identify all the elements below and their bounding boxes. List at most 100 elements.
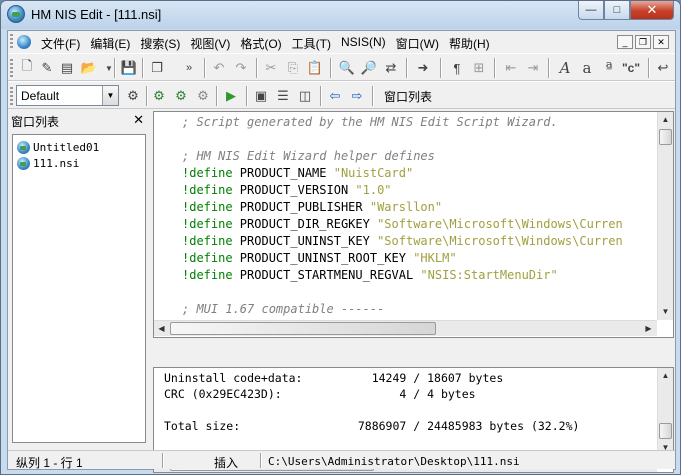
run-icon[interactable]: ▶ (222, 87, 240, 105)
scroll-left-button[interactable]: ◀ (154, 321, 169, 337)
menu-item[interactable]: 编辑(E) (86, 34, 134, 53)
template-icon[interactable]: ▤ (58, 59, 76, 77)
scroll-thumb[interactable] (170, 322, 436, 335)
stop-compile-icon[interactable]: ⚙ (194, 87, 212, 105)
toolbar-separator (142, 58, 144, 78)
undo-icon[interactable]: ↶ (210, 59, 228, 77)
find-icon[interactable]: 🔍 (338, 59, 356, 77)
arrow-right-icon[interactable]: ⇨ (348, 87, 366, 105)
maximize-button[interactable]: □ (604, 1, 630, 20)
menu-item[interactable]: 文件(F) (37, 34, 84, 53)
code-line: ; MUI 1.67 compatible ------ (182, 301, 660, 318)
goto-line-icon[interactable]: ➜ (414, 59, 432, 77)
save-icon[interactable]: 💾 (120, 59, 138, 77)
quote-icon[interactable]: "c" (622, 59, 640, 77)
menu-item[interactable]: 帮助(H) (445, 34, 494, 53)
menu-item[interactable]: 视图(V) (186, 34, 234, 53)
scroll-thumb[interactable] (659, 423, 672, 439)
menubar-grip[interactable] (10, 34, 13, 50)
window-controls: — □ ✕ (578, 1, 674, 21)
list-item[interactable]: 111.nsi (17, 155, 79, 171)
tile-horizontal-icon[interactable]: ☰ (274, 87, 292, 105)
editor-vertical-scrollbar[interactable]: ▲ ▼ (657, 112, 673, 320)
scheme-select[interactable]: Default ▼ (16, 85, 119, 106)
code-token: PRODUCT_PUBLISHER (232, 200, 370, 214)
save-all-icon[interactable]: ❐ (148, 59, 166, 77)
copy-icon[interactable]: ⎘ (284, 59, 302, 77)
chevron-down-icon[interactable]: ▼ (102, 86, 118, 105)
compile-icon[interactable]: ⚙ (150, 87, 168, 105)
code-line: !define PRODUCT_PUBLISHER "Warsllon" (182, 199, 660, 216)
indent-icon[interactable]: ⇤ (502, 59, 520, 77)
list-item[interactable]: Untitled01 (17, 139, 99, 155)
outdent-icon[interactable]: ⇥ (524, 59, 542, 77)
window-list-button[interactable]: 窗口列表 (384, 88, 432, 105)
output-vertical-scrollbar[interactable]: ▲ ▼ (657, 368, 673, 456)
mdi-minimize-button[interactable]: _ (617, 35, 633, 49)
redo-icon[interactable]: ↷ (232, 59, 250, 77)
title-bar[interactable]: HM NIS Edit - [111.nsi] — □ ✕ (1, 1, 680, 29)
menu-item[interactable]: NSIS(N) (337, 34, 390, 53)
code-line: !define PRODUCT_STARTMENU_REGVAL "NSIS:S… (182, 267, 660, 284)
toolbar-separator (648, 58, 650, 78)
toolbar-separator (440, 58, 442, 78)
toolbar-separator (146, 86, 148, 106)
code-token: PRODUCT_UNINST_ROOT_KEY (232, 251, 414, 265)
nsis-file-icon (17, 140, 30, 154)
mdi-close-button[interactable]: ✕ (653, 35, 669, 49)
settings-icon[interactable]: ⚙ (124, 87, 142, 105)
code-token: ; MUI 1.67 compatible ------ (182, 302, 385, 316)
new-file-icon[interactable]: 🗋 (18, 58, 36, 77)
code-token: "Warsllon" (369, 200, 443, 214)
open-folder-icon[interactable]: 📂 (80, 59, 98, 77)
code-token: PRODUCT_NAME (232, 166, 334, 180)
lowercase-icon[interactable]: a (578, 59, 596, 77)
word-wrap-icon[interactable]: ↩ (654, 59, 672, 77)
minimize-button[interactable]: — (578, 1, 604, 20)
mdi-restore-button[interactable]: ❐ (635, 35, 651, 49)
output-line: Uninstall code+data: 14249 / 18607 bytes (164, 371, 504, 385)
wrap-icon[interactable]: ⊞ (470, 59, 488, 77)
find-next-icon[interactable]: 🔎 (360, 59, 378, 77)
code-line: ; Script generated by the HM NIS Edit Sc… (182, 114, 660, 131)
arrow-left-icon[interactable]: ⇦ (326, 87, 344, 105)
code-token: ; HM NIS Edit Wizard helper defines (182, 149, 435, 163)
cascade-icon[interactable]: ▣ (252, 87, 270, 105)
toolbar-separator (204, 58, 206, 78)
uppercase-icon[interactable]: A (556, 59, 574, 77)
menu-item[interactable]: 工具(T) (288, 34, 335, 53)
toolbar-overflow-icon[interactable]: » (180, 59, 198, 77)
toolbar-grip[interactable] (10, 59, 13, 77)
output-text: Uninstall code+data: 14249 / 18607 bytes… (164, 370, 657, 434)
replace-icon[interactable]: ⇄ (382, 59, 400, 77)
close-button[interactable]: ✕ (630, 1, 674, 20)
secondary-toolbar: Default ▼ ⚙ ⚙ ⚙ ⚙ ▶ ▣ ☰ ◫ ⇦ ⇨ 窗口列表 (8, 81, 675, 109)
scroll-up-button[interactable]: ▲ (658, 112, 673, 128)
menu-item[interactable]: 窗口(W) (392, 34, 443, 53)
close-icon[interactable]: ✕ (133, 112, 144, 128)
editor-horizontal-scrollbar[interactable]: ◀ ▶ (154, 320, 657, 336)
wizard-icon[interactable]: ✎ (38, 59, 56, 77)
code-token: PRODUCT_VERSION (232, 183, 356, 197)
cut-icon[interactable]: ✂ (262, 59, 280, 77)
scroll-up-button[interactable]: ▲ (658, 368, 673, 384)
toolbar-grip[interactable] (10, 87, 13, 105)
scroll-thumb[interactable] (659, 129, 672, 145)
code-editor[interactable]: ; Script generated by the HM NIS Edit Sc… (153, 111, 674, 338)
menu-item[interactable]: 搜索(S) (136, 34, 184, 53)
app-icon[interactable] (7, 5, 25, 23)
paste-icon[interactable]: 📋 (306, 59, 324, 77)
scroll-right-button[interactable]: ▶ (641, 321, 656, 337)
nsis-file-icon (17, 156, 30, 170)
code-area[interactable]: ; Script generated by the HM NIS Edit Sc… (182, 114, 660, 320)
show-formatting-icon[interactable]: ¶ (448, 59, 466, 77)
scroll-down-button[interactable]: ▼ (658, 304, 673, 320)
tile-vertical-icon[interactable]: ◫ (296, 87, 314, 105)
menu-item[interactable]: 格式(O) (236, 34, 285, 53)
app-window: HM NIS Edit - [111.nsi] — □ ✕ 文件(F) 编辑(E)… (0, 0, 681, 475)
document-icon[interactable] (17, 35, 31, 49)
capitalize-icon[interactable]: ª (600, 59, 618, 77)
compile-run-icon[interactable]: ⚙ (172, 87, 190, 105)
toolbar-separator (216, 86, 218, 106)
